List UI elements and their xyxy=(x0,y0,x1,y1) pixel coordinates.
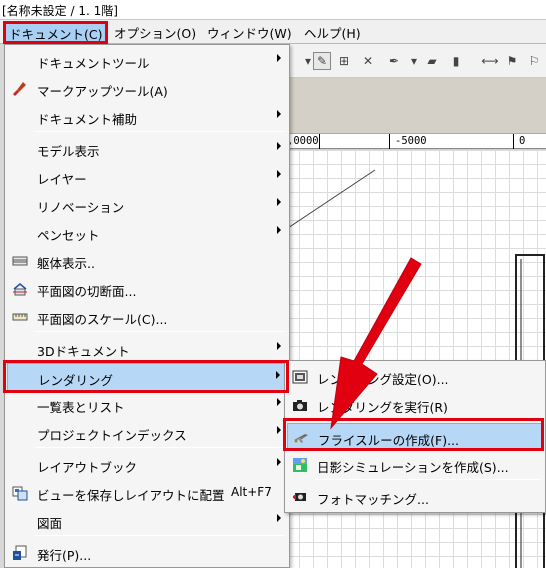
submenu-item-label: フォトマッチング... xyxy=(317,492,429,507)
menu-item-model-display[interactable]: モデル表示 xyxy=(7,135,287,163)
menu-item-label: 3Dドキュメント xyxy=(37,344,130,359)
menu-item-label: レイヤー xyxy=(37,172,87,187)
menu-item-label: プロジェクトインデックス xyxy=(37,428,187,443)
submenu-arrow-icon xyxy=(277,54,281,62)
menu-item-label: リノベーション xyxy=(37,200,125,215)
menu-item-3d-document[interactable]: 3Dドキュメント xyxy=(7,335,287,363)
menu-item-rendering[interactable]: レンダリング xyxy=(7,363,287,391)
toolbar-pin-icon[interactable]: ⚑ xyxy=(503,52,521,70)
menu-separator xyxy=(35,447,285,448)
menu-item-label: マークアップツール(A) xyxy=(37,84,168,99)
submenu-arrow-icon xyxy=(277,226,281,234)
sun-study-icon xyxy=(291,457,309,473)
menu-item-label: ドキュメントツール xyxy=(37,56,150,71)
shortcut-label: Alt+F7 xyxy=(231,485,272,499)
submenu-arrow-icon xyxy=(277,426,281,434)
menu-item-layers[interactable]: レイヤー xyxy=(7,163,287,191)
menu-item-document-aids[interactable]: ドキュメント補助 xyxy=(7,103,287,131)
submenu-item-photo-matching[interactable]: フォトマッチング... xyxy=(287,483,543,511)
menu-item-markup-tools[interactable]: マークアップツール(A) xyxy=(7,75,287,103)
floor-plan-cut-icon xyxy=(11,281,29,297)
menu-item-label: 平面図の切断面... xyxy=(37,284,137,299)
menu-item-save-view-place[interactable]: ビューを保存しレイアウトに配置 Alt+F7 xyxy=(7,479,287,507)
structure-display-icon xyxy=(11,253,29,269)
menu-help[interactable]: ヘルプ(H) xyxy=(300,22,365,42)
menu-window[interactable]: ウィンドウ(W) xyxy=(203,22,296,42)
submenu-arrow-icon xyxy=(277,398,281,406)
menu-item-renovation[interactable]: リノベーション xyxy=(7,191,287,219)
submenu-item-sun-study[interactable]: 日影シミュレーションを作成(S)... xyxy=(287,451,543,479)
menu-separator xyxy=(35,131,285,132)
document-menu: ドキュメントツール マークアップツール(A) ドキュメント補助 モデル表示 レイ… xyxy=(4,44,290,568)
camera-icon xyxy=(291,397,309,413)
menu-item-floor-plan-scale[interactable]: 平面図のスケール(C)... xyxy=(7,303,287,331)
submenu-arrow-icon xyxy=(277,342,281,350)
menu-item-document-tools[interactable]: ドキュメントツール xyxy=(7,47,287,75)
submenu-arrow-icon xyxy=(277,110,281,118)
menu-item-label: ビューを保存しレイアウトに配置 xyxy=(37,488,225,503)
render-settings-icon xyxy=(291,369,309,385)
menu-item-structure-display[interactable]: 躯体表示.. xyxy=(7,247,287,275)
menu-item-label: モデル表示 xyxy=(37,144,100,159)
submenu-item-label: レンダリング設定(O)... xyxy=(317,372,449,387)
ruler: ,0000 -5000 0 xyxy=(285,133,546,149)
submenu-item-run-rendering[interactable]: レンダリングを実行(R) xyxy=(287,391,543,419)
menu-separator xyxy=(35,535,285,536)
submenu-item-label: レンダリングを実行(R) xyxy=(317,400,448,415)
toolbar-wall-icon[interactable]: ▮ xyxy=(447,52,465,70)
menu-item-publish[interactable]: 発行(P)... xyxy=(7,539,287,567)
save-view-icon xyxy=(11,485,29,501)
menu-item-label: 図面 xyxy=(37,516,63,531)
ruler-label: 0 xyxy=(519,135,526,147)
submenu-item-render-settings[interactable]: レンダリング設定(O)... xyxy=(287,363,543,391)
menu-item-schedules-lists[interactable]: 一覧表とリスト xyxy=(7,391,287,419)
submenu-arrow-icon xyxy=(277,198,281,206)
submenu-item-create-flythrough[interactable]: フライスルーの作成(F)... xyxy=(287,423,543,451)
toolbar-slab-icon[interactable]: ▰ xyxy=(423,52,441,70)
markup-brush-icon xyxy=(11,81,29,97)
photo-matching-icon xyxy=(291,489,309,505)
menu-item-label: ペンセット xyxy=(37,228,100,243)
window-title: [名称未設定 / 1. 1階] xyxy=(0,0,546,20)
submenu-arrow-icon xyxy=(277,142,281,150)
toolbar-pen-icon[interactable]: ✒ xyxy=(385,52,403,70)
submenu-arrow-icon xyxy=(276,371,280,379)
menu-item-floor-plan-cut[interactable]: 平面図の切断面... xyxy=(7,275,287,303)
menu-item-pen-sets[interactable]: ペンセット xyxy=(7,219,287,247)
toolbar-measure-icon[interactable]: ⟷ xyxy=(481,52,499,70)
rendering-submenu: レンダリング設定(O)... レンダリングを実行(R) フライスルーの作成(F)… xyxy=(284,360,546,513)
submenu-item-label: 日影シミュレーションを作成(S)... xyxy=(317,460,509,475)
ruler-label: -5000 xyxy=(395,135,427,147)
toolbar-close-icon[interactable]: ✕ xyxy=(359,52,377,70)
menu-item-label: レンダリング xyxy=(38,373,114,388)
toolbar-text-icon[interactable]: ⊞ xyxy=(335,52,353,70)
scale-icon xyxy=(11,309,29,325)
menu-document[interactable]: ドキュメント(C) xyxy=(4,22,108,42)
menu-item-label: 平面図のスケール(C)... xyxy=(37,312,168,327)
publish-icon xyxy=(11,545,29,561)
submenu-arrow-icon xyxy=(277,458,281,466)
menu-item-label: 躯体表示.. xyxy=(37,256,95,271)
submenu-arrow-icon xyxy=(277,514,281,522)
menu-separator xyxy=(315,419,541,420)
ruler-label: ,0000 xyxy=(287,135,319,147)
toolbar: ▾ ✎ ⊞ ✕ ✒ ▾ ▰ ▮ ⟷ ⚑ ⚐ xyxy=(285,44,546,78)
toolbar-select-icon[interactable]: ✎ xyxy=(313,52,331,70)
flythrough-icon xyxy=(292,430,310,446)
menu-item-label: 発行(P)... xyxy=(37,548,92,563)
submenu-arrow-icon xyxy=(277,170,281,178)
toolbar-marker-icon[interactable]: ⚐ xyxy=(525,52,543,70)
menu-item-layout-book[interactable]: レイアウトブック xyxy=(7,451,287,479)
menu-options[interactable]: オプション(O) xyxy=(110,22,200,42)
menu-item-drawings[interactable]: 図面 xyxy=(7,507,287,535)
menu-item-label: 一覧表とリスト xyxy=(37,400,125,415)
menu-separator xyxy=(35,331,285,332)
menu-item-project-indexes[interactable]: プロジェクトインデックス xyxy=(7,419,287,447)
menu-separator xyxy=(315,479,541,480)
menu-item-label: レイアウトブック xyxy=(37,460,138,475)
menubar: ドキュメント(C) オプション(O) ウィンドウ(W) ヘルプ(H) xyxy=(0,20,546,44)
toolbar-dropdown2-icon[interactable]: ▾ xyxy=(405,52,423,70)
submenu-item-label: フライスルーの作成(F)... xyxy=(318,433,459,448)
menu-item-label: ドキュメント補助 xyxy=(37,112,138,127)
